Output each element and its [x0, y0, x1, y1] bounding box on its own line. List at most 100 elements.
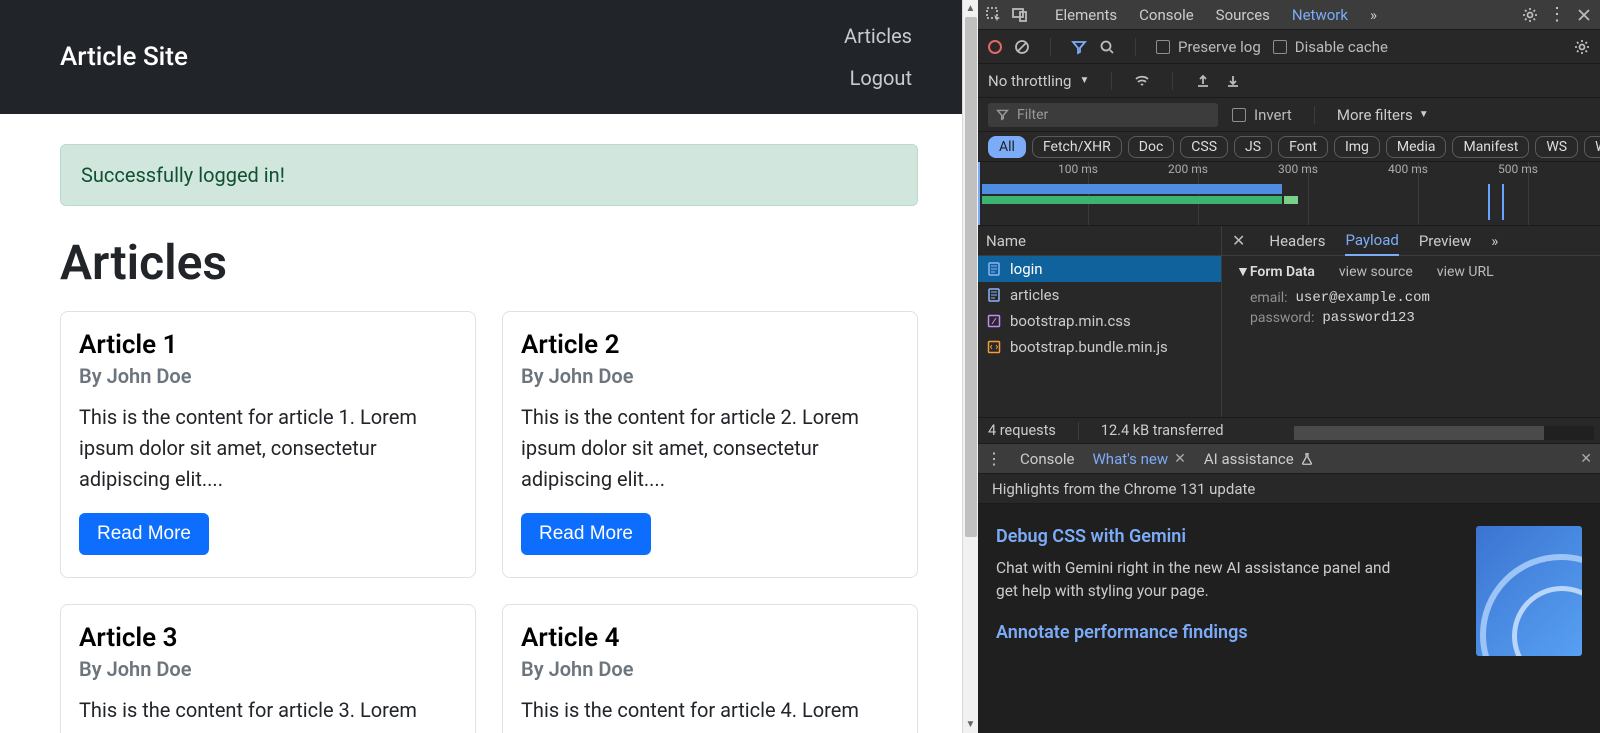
pill-all[interactable]: All: [988, 136, 1026, 158]
article-card: Article 3 By John Doe This is the conten…: [60, 604, 476, 733]
site-scrollbar[interactable]: ▲ ▼: [962, 0, 978, 733]
detail-tab-preview[interactable]: Preview: [1419, 232, 1471, 250]
article-excerpt: This is the content for article 4. Lorem: [521, 695, 899, 726]
request-row[interactable]: articles: [978, 282, 1221, 308]
invert-label: Invert: [1254, 106, 1292, 124]
drawer-close-icon[interactable]: ✕: [1580, 451, 1592, 467]
request-name: articles: [1010, 286, 1059, 304]
tab-sources[interactable]: Sources: [1216, 6, 1270, 24]
pill-js[interactable]: JS: [1234, 136, 1272, 158]
article-card: Article 1 By John Doe This is the conten…: [60, 311, 476, 578]
view-url-link[interactable]: view URL: [1437, 264, 1494, 280]
read-more-button[interactable]: Read More: [521, 513, 651, 555]
inspect-icon[interactable]: [986, 7, 1002, 23]
site-brand[interactable]: Article Site: [60, 42, 188, 72]
request-row[interactable]: bootstrap.min.css: [978, 308, 1221, 334]
pill-fetch[interactable]: Fetch/XHR: [1032, 136, 1122, 158]
request-list-header[interactable]: Name: [978, 226, 1221, 256]
whatsnew-heading-2[interactable]: Annotate performance findings: [996, 622, 1462, 643]
nav-logout-link[interactable]: Logout: [850, 66, 912, 90]
request-row[interactable]: bootstrap.bundle.min.js: [978, 334, 1221, 360]
close-icon[interactable]: ✕: [1174, 451, 1186, 467]
nav-articles-link[interactable]: Articles: [844, 24, 912, 48]
kebab-icon[interactable]: ⋮: [1548, 4, 1566, 25]
request-name: login: [1010, 260, 1043, 278]
detail-tab-headers[interactable]: Headers: [1269, 232, 1325, 250]
detail-tab-payload[interactable]: Payload: [1345, 231, 1398, 256]
js-icon: [986, 339, 1002, 355]
view-source-link[interactable]: view source: [1339, 264, 1413, 280]
article-title: Article 3: [79, 623, 457, 653]
tab-network[interactable]: Network: [1292, 6, 1348, 24]
scroll-up-icon[interactable]: ▲: [963, 0, 978, 17]
download-icon[interactable]: [1225, 73, 1241, 89]
whatsnew-paragraph-1: Chat with Gemini right in the new AI ass…: [996, 557, 1416, 604]
article-card: Article 2 By John Doe This is the conten…: [502, 311, 918, 578]
drawer-tab-console[interactable]: Console: [1020, 450, 1075, 468]
clear-icon[interactable]: [1014, 39, 1030, 55]
request-name: bootstrap.min.css: [1010, 312, 1131, 330]
tick-label: 300 ms: [1278, 162, 1318, 176]
pill-font[interactable]: Font: [1278, 136, 1328, 158]
tab-console[interactable]: Console: [1139, 6, 1194, 24]
form-key: password:: [1250, 310, 1314, 326]
upload-icon[interactable]: [1195, 73, 1211, 89]
close-icon[interactable]: [1576, 7, 1592, 23]
network-toolbar-1: Preserve log Disable cache: [978, 30, 1600, 64]
drawer-tab-ai[interactable]: AI assistance: [1204, 450, 1314, 468]
device-toggle-icon[interactable]: [1012, 7, 1028, 23]
caret-down-icon: ▼: [1079, 75, 1089, 86]
whatsnew-heading-1[interactable]: Debug CSS with Gemini: [996, 526, 1462, 547]
article-title: Article 4: [521, 623, 899, 653]
filter-toggle-icon[interactable]: [1071, 39, 1087, 55]
form-data-row: email: user@example.com: [1236, 288, 1586, 308]
article-byline: By John Doe: [521, 657, 899, 681]
network-toolbar-2: No throttling ▼: [978, 64, 1600, 98]
filter-placeholder: Filter: [1017, 107, 1048, 123]
drawer-tab-whatsnew[interactable]: What's new✕: [1093, 450, 1186, 468]
gear-icon[interactable]: [1574, 39, 1590, 55]
css-icon: [986, 313, 1002, 329]
preserve-log-checkbox[interactable]: Preserve log: [1156, 38, 1261, 56]
more-filters-label: More filters: [1337, 106, 1413, 124]
network-status-bar: 4 requests 12.4 kB transferred: [978, 418, 1600, 444]
pill-wasm[interactable]: Wasm: [1584, 136, 1600, 158]
gear-icon[interactable]: [1522, 7, 1538, 23]
wifi-icon[interactable]: [1134, 73, 1150, 89]
record-icon[interactable]: [988, 40, 1002, 54]
pill-ws[interactable]: WS: [1535, 136, 1578, 158]
close-detail-icon[interactable]: ✕: [1232, 231, 1245, 250]
filter-input[interactable]: Filter: [988, 103, 1218, 127]
form-data-heading[interactable]: ▼Form Data: [1236, 263, 1315, 280]
tabs-overflow-icon[interactable]: »: [1370, 6, 1377, 24]
website-pane: Article Site Articles Logout Successfull…: [0, 0, 978, 733]
pill-css[interactable]: CSS: [1180, 136, 1228, 158]
read-more-button[interactable]: Read More: [79, 513, 209, 555]
pill-manifest[interactable]: Manifest: [1452, 136, 1529, 158]
network-timeline[interactable]: 100 ms 200 ms 300 ms 400 ms 500 ms: [978, 162, 1600, 226]
search-icon[interactable]: [1099, 39, 1115, 55]
request-name: bootstrap.bundle.min.js: [1010, 338, 1168, 356]
devtools-top-bar: Elements Console Sources Network » ⋮: [978, 0, 1600, 30]
detail-tabs-overflow-icon[interactable]: »: [1491, 232, 1498, 250]
request-row[interactable]: login: [978, 256, 1221, 282]
status-transferred: 12.4 kB transferred: [1101, 422, 1224, 439]
disable-cache-checkbox[interactable]: Disable cache: [1273, 38, 1388, 56]
site-navbar: Article Site Articles Logout: [0, 0, 978, 114]
article-excerpt: This is the content for article 1. Lorem…: [79, 402, 457, 495]
invert-checkbox[interactable]: Invert: [1232, 106, 1292, 124]
horizontal-scrollbar[interactable]: [1294, 426, 1594, 440]
scroll-thumb[interactable]: [965, 17, 977, 537]
status-requests: 4 requests: [988, 422, 1056, 439]
tick-label: 100 ms: [1058, 162, 1098, 176]
throttling-select[interactable]: No throttling ▼: [988, 72, 1089, 90]
preserve-log-label: Preserve log: [1178, 38, 1261, 56]
pill-img[interactable]: Img: [1334, 136, 1380, 158]
drawer-kebab-icon[interactable]: ⋮: [986, 449, 1002, 468]
pill-doc[interactable]: Doc: [1128, 136, 1175, 158]
login-success-alert: Successfully logged in!: [60, 144, 918, 206]
tab-elements[interactable]: Elements: [1055, 6, 1117, 24]
more-filters-dropdown[interactable]: More filters▼: [1337, 106, 1429, 124]
pill-media[interactable]: Media: [1386, 136, 1447, 158]
scroll-down-icon[interactable]: ▼: [963, 716, 978, 733]
